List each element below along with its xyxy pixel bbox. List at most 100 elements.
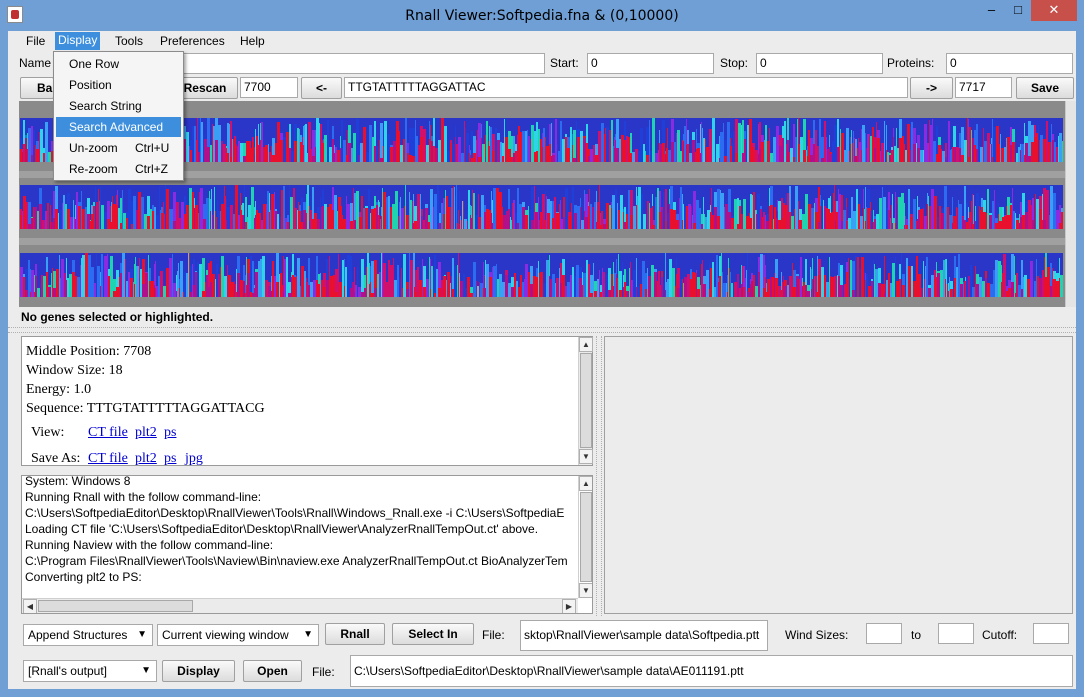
cutoff-field[interactable] [1033,623,1069,644]
output-file-field[interactable]: C:\Users\SoftpediaEditor\Desktop\RnallVi… [350,655,1073,687]
log-line: System: Windows 8 [25,475,131,488]
view-plt2-link[interactable]: plt2 [135,425,157,441]
save-plt2-link[interactable]: plt2 [135,451,157,467]
cutoff-label: Cutoff: [982,628,1018,642]
chevron-down-icon: ▼ [303,629,313,640]
energy: Energy: 1.0 [26,382,92,397]
start-label: Start: [550,56,579,70]
wind-sizes-label: Wind Sizes: [785,628,849,642]
menu-item-label: Search Advanced [69,120,164,134]
proteins-label: Proteins: [887,56,935,70]
energy-track-2[interactable] [20,185,1063,229]
menu-search-string[interactable]: Search String [56,96,181,116]
view-label: View: [31,425,65,440]
save-button[interactable]: Save [1016,77,1074,99]
app-window: Rnall Viewer:Softpedia.fna & (0,10000) –… [0,0,1084,697]
name-field[interactable] [180,53,545,74]
stop-field[interactable]: 0 [756,53,883,74]
log-vscrollbar[interactable]: ▲ ▼ [578,476,592,598]
scroll-up-icon[interactable]: ▲ [579,337,593,352]
menu-tools[interactable]: Tools [115,34,143,48]
log-line: C:\Users\SoftpediaEditor\Desktop\RnallVi… [25,506,565,520]
split-divider[interactable] [8,327,1076,333]
file-label: File: [312,665,335,679]
menu-position[interactable]: Position [56,75,181,95]
wind-from-field[interactable] [866,623,902,644]
save-as-label: Save As: [31,451,81,466]
menu-preferences[interactable]: Preferences [160,34,225,48]
menu-bar: File Display Tools Preferences Help [8,31,1076,51]
display-menu-dropdown: One Row Position Search String Search Ad… [53,51,184,181]
menu-item-label: One Row [69,57,120,71]
scroll-up-icon[interactable]: ▲ [579,476,592,491]
tracks-scrollbar[interactable] [1065,101,1076,307]
window-title: Rnall Viewer:Softpedia.fna & (0,10000) [405,8,679,24]
view-ps-link[interactable]: ps [164,425,176,441]
minimize-button[interactable]: – [978,0,1005,21]
log-line: C:\Program Files\RnallViewer\Tools\Navie… [25,554,568,568]
log-line: Running Rnall with the follow command-li… [25,490,262,504]
save-jpg-link[interactable]: jpg [185,451,203,467]
sequence-field[interactable]: TTGTATTTTTAGGATTAC [344,77,908,98]
select-in-button[interactable]: Select In [392,623,474,645]
ptt-file-field[interactable]: sktop\RnallViewer\sample data\Softpedia.… [520,620,768,651]
window-select[interactable]: Current viewing window ▼ [157,624,319,646]
menu-item-label: Position [69,78,112,92]
close-button[interactable]: ✕ [1031,0,1077,21]
maximize-button[interactable]: □ [1005,0,1031,21]
scroll-down-icon[interactable]: ▼ [579,583,592,598]
structure-view-panel[interactable] [604,336,1073,614]
save-ct-link[interactable]: CT file [88,451,128,467]
log-line: Converting plt2 to PS: [25,570,142,584]
save-ps-link[interactable]: ps [164,451,176,467]
menu-un-zoom[interactable]: Un-zoom Ctrl+U [56,138,181,158]
track-separator [19,238,1065,245]
proteins-field[interactable]: 0 [946,53,1073,74]
vertical-split-divider[interactable] [596,336,602,616]
menu-help[interactable]: Help [240,34,265,48]
scroll-down-icon[interactable]: ▼ [579,449,593,464]
log-line: Running Naview with the follow command-l… [25,538,274,552]
status-text: No genes selected or highlighted. [21,310,214,324]
back-button[interactable]: Ba [20,77,54,99]
scroll-left-icon[interactable]: ◀ [23,599,37,613]
stop-label: Stop: [720,56,749,70]
view-ct-link[interactable]: CT file [88,425,128,441]
file-label: File: [482,628,505,642]
chevron-down-icon: ▼ [137,629,147,640]
next-button[interactable]: -> [910,77,953,99]
menu-item-label: Re-zoom [69,162,118,176]
scroll-thumb[interactable] [580,353,592,448]
start-field[interactable]: 0 [587,53,714,74]
menu-one-row[interactable]: One Row [56,54,181,74]
to-label: to [911,628,922,642]
wind-to-field[interactable] [938,623,974,644]
display-button[interactable]: Display [162,660,235,682]
menu-display[interactable]: Display [55,32,101,50]
log-panel: System: Windows 8 Running Rnall with the… [21,475,593,614]
log-hscrollbar[interactable]: ◀ ▶ [22,598,578,613]
menu-shortcut: Ctrl+U [135,141,170,155]
open-button[interactable]: Open [243,660,302,682]
position-field[interactable]: 7700 [240,77,298,98]
menu-file[interactable]: File [26,34,45,48]
title-bar[interactable]: Rnall Viewer:Softpedia.fna & (0,10000) –… [0,0,1084,31]
output-select[interactable]: [Rnall's output] ▼ [23,660,157,682]
log-line: Loading CT file 'C:\Users\SoftpediaEdito… [25,522,539,536]
window-size: Window Size: 18 [26,363,123,378]
menu-item-label: Search String [69,99,142,113]
scroll-thumb[interactable] [38,600,193,612]
output-select-value: [Rnall's output] [28,664,108,678]
menu-search-advanced[interactable]: Search Advanced [56,117,181,137]
rnall-button[interactable]: Rnall [325,623,385,645]
info-panel: Middle Position: 7708 Window Size: 18 En… [21,336,593,466]
end-position-field[interactable]: 7717 [955,77,1012,98]
energy-track-3[interactable] [20,253,1063,297]
scroll-right-icon[interactable]: ▶ [562,599,576,613]
mode-select[interactable]: Append Structures ▼ [23,624,153,646]
scroll-thumb[interactable] [580,492,592,582]
info-scrollbar[interactable]: ▲ ▼ [578,337,593,465]
menu-re-zoom[interactable]: Re-zoom Ctrl+Z [56,159,181,179]
prev-button[interactable]: <- [301,77,342,99]
menu-item-label: Un-zoom [69,141,118,155]
